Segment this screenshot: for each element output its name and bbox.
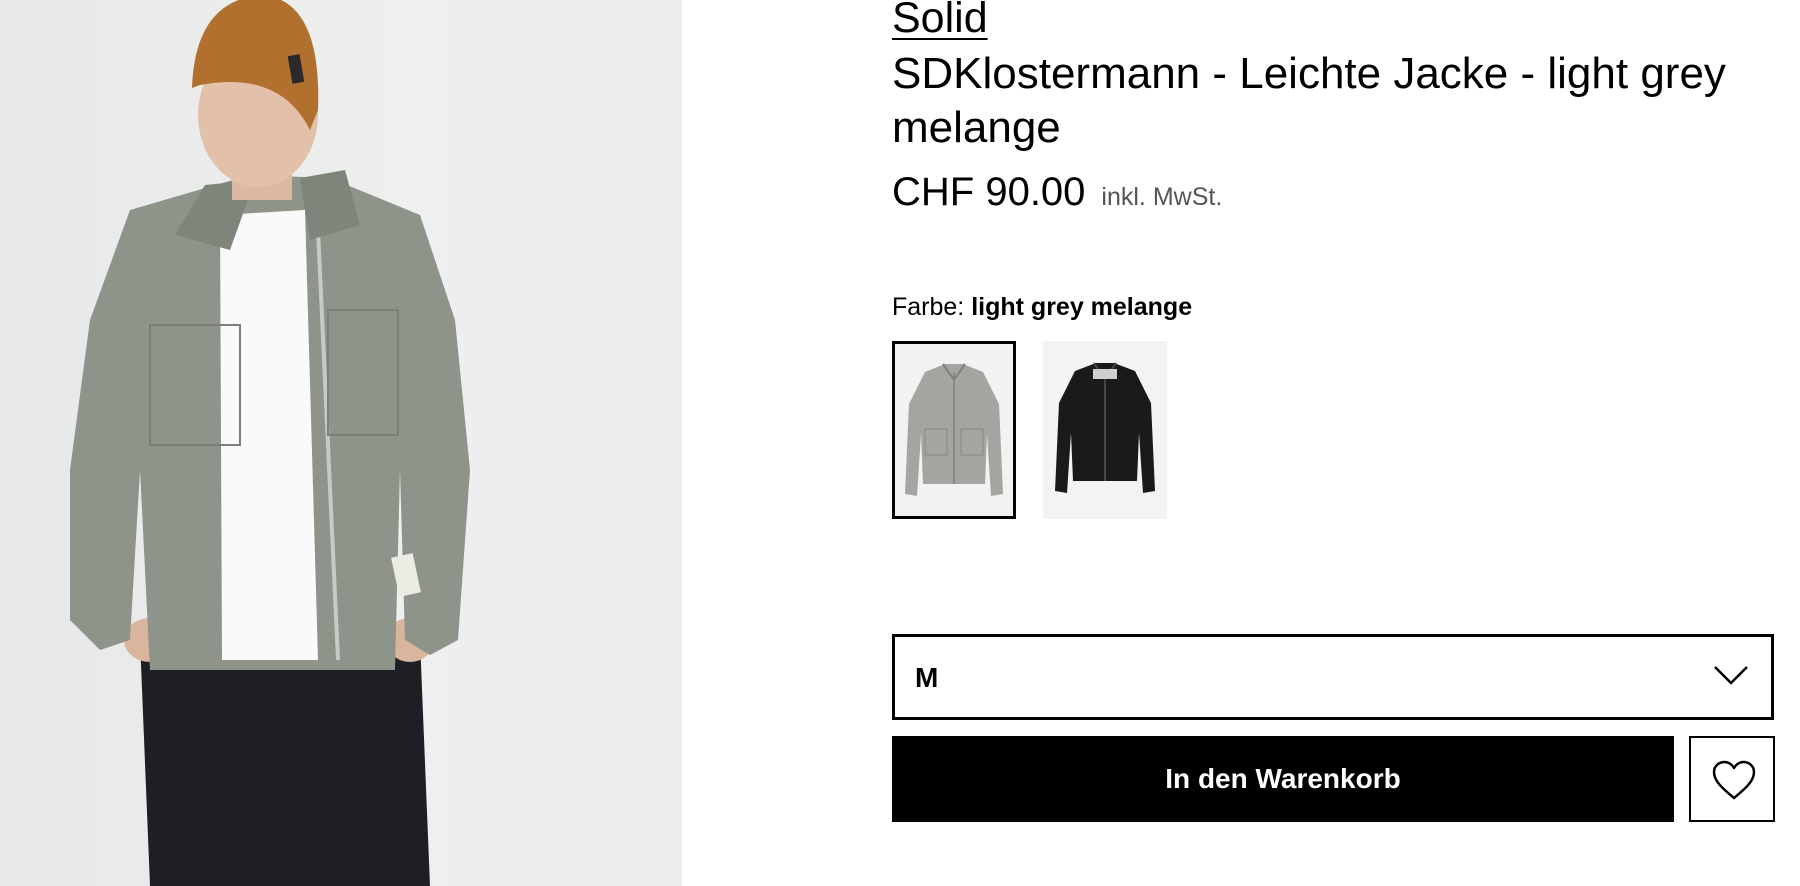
add-to-cart-button[interactable]: In den Warenkorb [892,736,1674,822]
brand-link[interactable]: Solid [892,0,988,42]
size-select[interactable]: M [892,634,1774,720]
jacket-thumbnail-black [1043,341,1167,519]
color-swatch-black[interactable] [1043,341,1167,519]
vat-note: inkl. MwSt. [1101,183,1223,211]
trousers [140,640,430,886]
selected-size: M [915,662,939,693]
price-row: CHF 90.00 inkl. MwSt. [892,168,1222,216]
heart-icon [1712,760,1756,800]
product-image[interactable] [0,0,682,886]
wishlist-button[interactable] [1689,736,1775,822]
color-label-prefix: Farbe: [892,293,965,321]
chevron-down-icon [1714,666,1748,685]
selected-color-name: light grey melange [971,293,1193,321]
price: CHF 90.00 [892,170,1086,214]
jacket-thumbnail-grey [895,344,1013,516]
color-swatch-light-grey[interactable] [892,341,1016,519]
product-title: SDKlostermann - Leichte Jacke - light gr… [892,49,1726,152]
model-photo [70,0,470,886]
color-label: Farbe: light grey melange [892,292,1192,322]
